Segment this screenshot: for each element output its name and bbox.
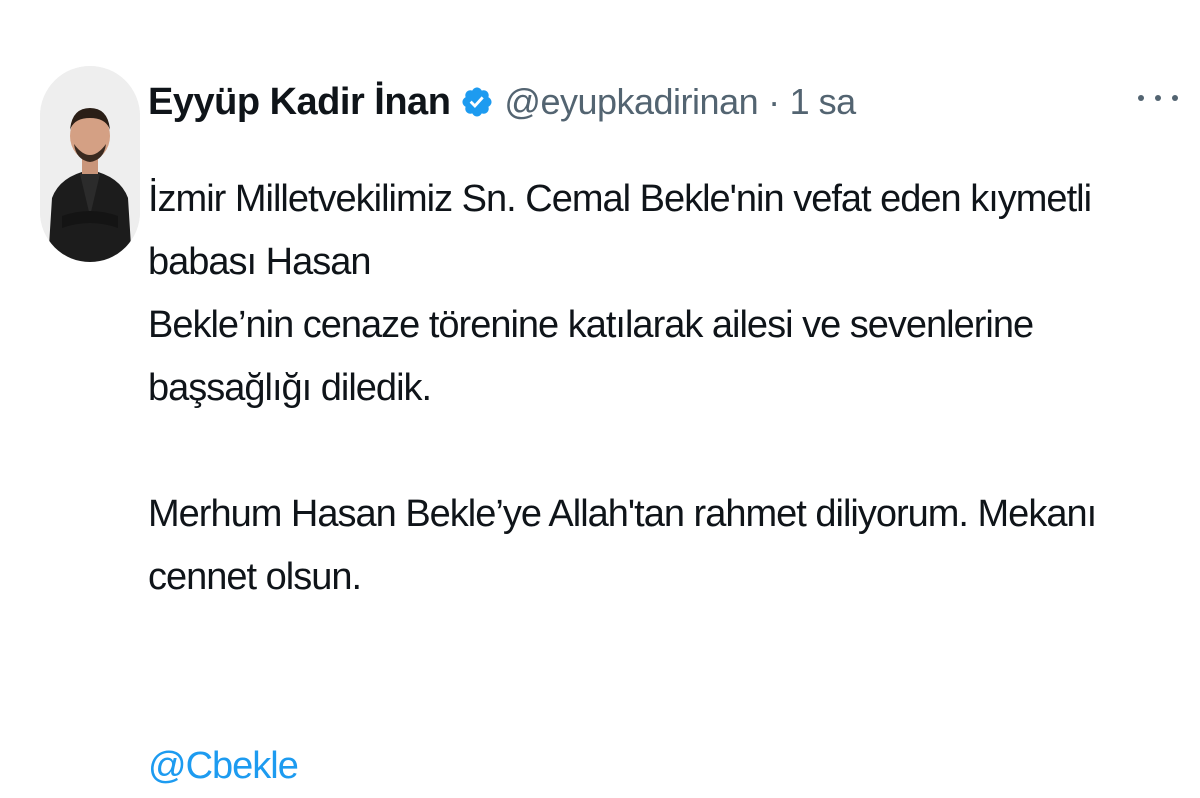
- dot-icon: [1172, 95, 1178, 101]
- tweet-text: İzmir Milletvekilimiz Sn. Cemal Bekle'ni…: [148, 168, 1188, 798]
- tweet-line: Merhum Hasan Bekle’ye Allah'tan rahmet d…: [148, 493, 1097, 598]
- dot-icon: [1155, 95, 1161, 101]
- tweet[interactable]: Eyyüp Kadir İnan @eyupkadirinan · 1 sa İ…: [0, 0, 1200, 787]
- user-handle[interactable]: @eyupkadirinan: [504, 81, 758, 123]
- tweet-header: Eyyüp Kadir İnan @eyupkadirinan · 1 sa: [148, 72, 856, 132]
- timestamp[interactable]: 1 sa: [790, 81, 857, 123]
- dot-icon: [1138, 95, 1144, 101]
- separator-dot: ·: [768, 81, 780, 122]
- avatar[interactable]: [40, 66, 140, 262]
- tweet-line: Bekle’nin cenaze törenine katılarak aile…: [148, 304, 1034, 409]
- mention-link[interactable]: @Cbekle: [148, 745, 299, 787]
- more-options-icon[interactable]: [1138, 86, 1178, 110]
- verified-badge-icon: [460, 85, 494, 119]
- display-name[interactable]: Eyyüp Kadir İnan: [148, 81, 451, 124]
- tweet-line: İzmir Milletvekilimiz Sn. Cemal Bekle'ni…: [148, 178, 1092, 283]
